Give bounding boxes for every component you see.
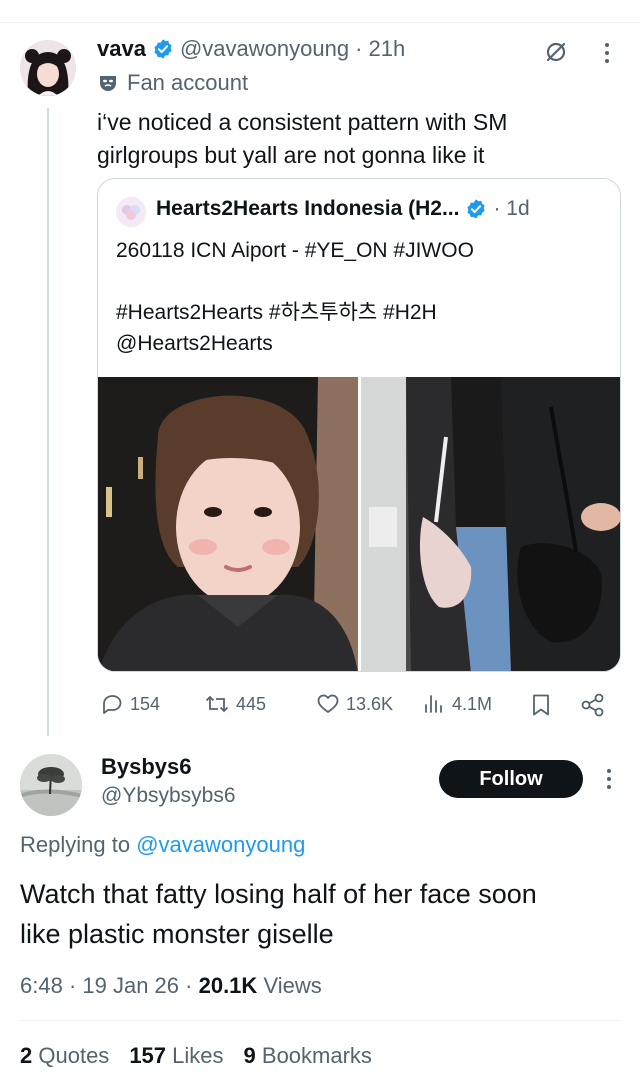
retweet-count: 445 [236, 693, 267, 714]
mask-icon [97, 72, 119, 94]
like-icon [317, 694, 339, 713]
bookmarks-count: 9 [243, 1043, 256, 1068]
like-count: 13.6K [346, 693, 394, 714]
quotes-label: Quotes [38, 1043, 110, 1068]
likes-count: 157 [129, 1043, 167, 1068]
top-divider [0, 22, 640, 23]
bookmarks-label: Bookmarks [261, 1043, 372, 1068]
timestamp[interactable]: · 21h [355, 36, 405, 62]
quoted-display-name: Hearts2Hearts Indonesia (H2... [156, 197, 460, 220]
quoted-text-line: @Hearts2Hearts [116, 332, 273, 355]
quoted-avatar [116, 197, 146, 227]
quotes-count: 2 [20, 1043, 33, 1068]
display-name[interactable]: vava [97, 36, 146, 62]
quoted-text-line: #Hearts2Hearts #하츠투하츠 #H2H [116, 301, 437, 324]
tweet-text-line: girlgroups but yall are not gonna like i… [97, 142, 485, 168]
like-button[interactable]: 13.6K [316, 692, 393, 716]
stats-divider [20, 1020, 620, 1021]
quoted-timestamp: · 1d [493, 197, 530, 220]
retweet-button[interactable]: 445 [204, 692, 266, 716]
quoted-text-line: 260118 ICN Aiport - #YE_ON #JIWOO [116, 239, 474, 262]
replying-to-link[interactable]: @vavawonyoung [136, 832, 305, 857]
avatar[interactable] [20, 40, 76, 96]
reply-text-line: Watch that fatty losing half of her face… [20, 879, 537, 909]
verified-icon [465, 198, 487, 220]
reply-button[interactable]: 154 [100, 692, 160, 716]
retweet-icon [205, 695, 229, 713]
reply-handle[interactable]: @Ybsybsybs6 [101, 784, 236, 808]
reply-views-count: 20.1K [198, 973, 258, 998]
views-count: 4.1M [452, 693, 493, 714]
more-icon[interactable] [600, 40, 614, 66]
reply-display-name[interactable]: Bysbys6 [101, 754, 236, 780]
reply-date[interactable]: · 19 Jan 26 · [69, 973, 193, 998]
quotes-stat[interactable]: 2 Quotes [20, 1043, 109, 1069]
bookmark-icon[interactable] [530, 693, 552, 717]
likes-label: Likes [172, 1043, 224, 1068]
handle[interactable]: @vavawonyoung [180, 36, 349, 62]
reply-avatar[interactable] [20, 754, 82, 816]
quoted-photo-right[interactable] [361, 377, 620, 671]
bookmarks-stat[interactable]: 9 Bookmarks [244, 1043, 372, 1069]
more-icon[interactable] [602, 766, 616, 792]
account-label: Fan account [127, 70, 249, 95]
quoted-photo-left[interactable] [98, 377, 358, 671]
reply-views-label: Views [263, 973, 322, 998]
reply-icon [103, 695, 122, 714]
follow-button[interactable]: Follow [439, 760, 583, 798]
views-button[interactable]: 4.1M [422, 692, 492, 716]
quoted-tweet-card[interactable]: Hearts2Hearts Indonesia (H2... · 1d 2601… [97, 178, 621, 672]
views-icon [425, 695, 442, 713]
replying-to-prefix: Replying to [20, 832, 131, 857]
reply-count: 154 [130, 693, 161, 714]
reply-text-line: like plastic monster giselle [20, 919, 334, 949]
verified-icon [152, 38, 174, 60]
likes-stat[interactable]: 157 Likes [129, 1043, 223, 1069]
grok-icon[interactable] [543, 38, 569, 64]
share-icon[interactable] [580, 692, 606, 718]
tweet-text-line: i‘ve noticed a consistent pattern with S… [97, 109, 508, 135]
reply-time[interactable]: 6:48 [20, 973, 63, 998]
thread-line [47, 108, 49, 736]
